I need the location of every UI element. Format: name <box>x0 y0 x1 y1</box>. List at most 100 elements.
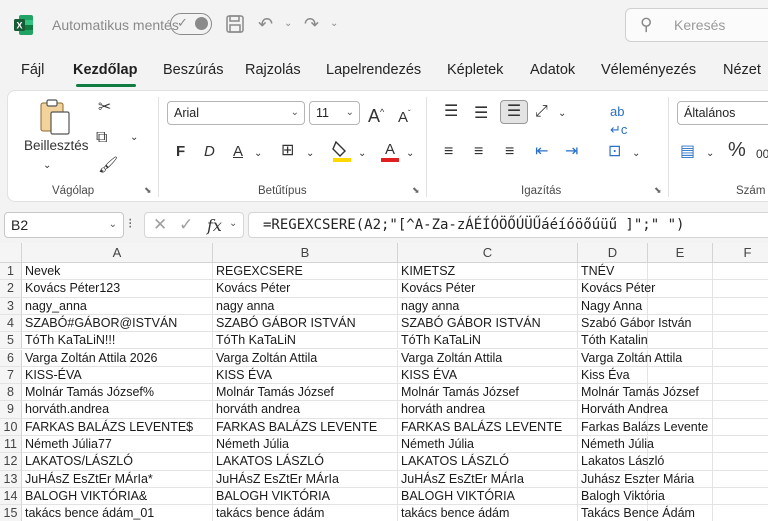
align-left-icon[interactable]: ≡ <box>444 143 453 161</box>
cell-b10[interactable]: FARKAS BALÁZS LEVENTE <box>213 418 398 436</box>
cell-b3[interactable]: nagy anna <box>213 297 398 315</box>
cell-b8[interactable]: Molnár Tamás József <box>213 384 398 402</box>
cell-a12[interactable]: LAKATOS/LÁSZLÓ <box>22 453 213 471</box>
column-header-e[interactable]: E <box>648 243 713 263</box>
cell-c5[interactable]: TóTh KaTaLiN <box>398 332 578 350</box>
tab-file[interactable]: Fájl <box>21 62 44 78</box>
cell-e9[interactable] <box>648 401 713 419</box>
wrap-text-icon[interactable]: ab ↵c <box>610 103 627 139</box>
formula-input[interactable]: =REGEXCSERE(A2;"[^A-Za-zÁÉÍÓÖŐÚÜŰáéíóöőú… <box>248 212 768 238</box>
cell-b2[interactable]: Kovács Péter <box>213 280 398 298</box>
column-header-b[interactable]: B <box>213 243 398 263</box>
chevron-down-icon[interactable]: ⌄ <box>706 145 714 163</box>
select-all-corner[interactable] <box>0 243 22 263</box>
cell-a8[interactable]: Molnár Tamás József% <box>22 384 213 402</box>
cell-b6[interactable]: Varga Zoltán Attila <box>213 349 398 367</box>
column-header-d[interactable]: D <box>578 243 648 263</box>
cell-f4[interactable] <box>713 315 768 333</box>
cell-a9[interactable]: horváth.andrea <box>22 401 213 419</box>
redo-icon[interactable]: ↷ <box>304 13 319 35</box>
tab-draw[interactable]: Rajzolás <box>245 62 301 78</box>
chevron-down-icon[interactable]: ⌄ <box>229 218 237 229</box>
cell-d9[interactable]: Horváth Andrea <box>578 401 668 419</box>
cell-f9[interactable] <box>713 401 768 419</box>
cell-d2[interactable]: Kovács Péter <box>578 280 655 298</box>
cell-f5[interactable] <box>713 332 768 350</box>
cell-b5[interactable]: TóTh KaTaLiN <box>213 332 398 350</box>
more-options-icon[interactable]: ⁝ <box>128 215 132 232</box>
row-header[interactable]: 13 <box>0 470 22 488</box>
cell-f1[interactable] <box>713 263 768 281</box>
decrease-font-size-icon[interactable]: Aˇ <box>398 105 411 127</box>
row-header[interactable]: 14 <box>0 487 22 506</box>
decrease-indent-icon[interactable]: ⇤ <box>535 143 548 161</box>
cell-f3[interactable] <box>713 298 768 315</box>
cell-f15[interactable] <box>713 505 768 521</box>
cell-e4[interactable] <box>648 314 713 333</box>
cell-c1[interactable]: KIMETSZ <box>398 263 578 281</box>
cell-f12[interactable] <box>713 453 768 471</box>
paste-label[interactable]: Beillesztés <box>24 137 89 155</box>
increase-indent-icon[interactable]: ⇥ <box>565 143 578 161</box>
percent-icon[interactable]: % <box>728 140 746 160</box>
cell-a5[interactable]: TóTh KaTaLiN!!! <box>22 332 213 350</box>
cell-c10[interactable]: FARKAS BALÁZS LEVENTE <box>398 418 578 436</box>
font-color-icon[interactable]: A <box>379 139 401 163</box>
cell-e5[interactable] <box>648 332 713 350</box>
row-header[interactable]: 3 <box>0 297 22 315</box>
cell-a1[interactable]: Nevek <box>22 263 213 281</box>
cell-a14[interactable]: BALOGH VIKTÓRIA& <box>22 487 213 506</box>
cell-e15[interactable] <box>648 505 713 521</box>
row-header[interactable]: 9 <box>0 401 22 419</box>
save-icon[interactable] <box>225 14 245 34</box>
chevron-down-icon[interactable]: ⌄ <box>284 13 292 35</box>
row-header[interactable]: 6 <box>0 349 22 367</box>
copy-icon[interactable]: ⧉ <box>96 129 107 147</box>
cell-b12[interactable]: LAKATOS LÁSZLÓ <box>213 453 398 471</box>
cell-b14[interactable]: BALOGH VIKTÓRIA <box>213 487 398 506</box>
chevron-down-icon[interactable]: ⌄ <box>254 145 262 163</box>
cell-b9[interactable]: horváth andrea <box>213 401 398 419</box>
cell-d8[interactable]: Molnár Tamás József <box>578 384 699 402</box>
chevron-down-icon[interactable]: ⌄ <box>43 157 51 175</box>
cell-e14[interactable] <box>648 487 713 506</box>
cell-f10[interactable] <box>713 419 768 436</box>
cancel-icon[interactable]: ✕ <box>153 215 167 235</box>
font-size-combo[interactable]: 11 ⌄ <box>309 101 360 125</box>
cell-f14[interactable] <box>713 488 768 506</box>
cell-e8[interactable] <box>648 384 713 402</box>
name-box[interactable]: B2 ⌄ <box>4 212 124 238</box>
cell-c14[interactable]: BALOGH VIKTÓRIA <box>398 487 578 506</box>
autosave-toggle[interactable]: ✓ <box>170 13 212 35</box>
insert-function-icon[interactable]: fx <box>207 216 222 235</box>
cell-e13[interactable] <box>648 470 713 488</box>
bold-button[interactable]: F <box>176 143 185 161</box>
cell-f7[interactable] <box>713 367 768 385</box>
cell-a7[interactable]: KISS-ÉVA <box>22 366 213 385</box>
cell-a15[interactable]: takács bence ádám_01 <box>22 505 213 521</box>
row-header[interactable]: 10 <box>0 418 22 436</box>
cell-e2[interactable] <box>648 280 713 298</box>
cell-d14[interactable]: Balogh Viktória <box>578 487 665 506</box>
align-bottom-icon[interactable]: ☰ <box>500 100 528 124</box>
dialog-launcher-icon[interactable]: ⬊ <box>412 185 420 196</box>
fill-color-icon[interactable] <box>331 139 353 163</box>
cell-c15[interactable]: takács bence ádám <box>398 505 578 521</box>
column-header-a[interactable]: A <box>22 243 213 263</box>
chevron-down-icon[interactable]: ⌄ <box>558 105 566 123</box>
tab-view[interactable]: Nézet <box>723 62 761 78</box>
cell-d5[interactable]: Tóth Katalin <box>578 332 648 350</box>
enter-icon[interactable]: ✓ <box>179 215 193 235</box>
paste-icon[interactable] <box>38 98 72 138</box>
align-top-icon[interactable]: ☰ <box>444 103 458 121</box>
cell-e12[interactable] <box>648 453 713 471</box>
cell-c4[interactable]: SZABÓ GÁBOR ISTVÁN <box>398 314 578 333</box>
cell-c3[interactable]: nagy anna <box>398 297 578 315</box>
cell-d15[interactable]: Takács Bence Ádám <box>578 505 695 521</box>
comma-style-icon[interactable]: 00 <box>756 145 768 163</box>
chevron-down-icon[interactable]: ⌄ <box>306 145 314 163</box>
cell-b15[interactable]: takács bence ádám <box>213 505 398 521</box>
cell-c9[interactable]: horváth andrea <box>398 401 578 419</box>
row-header[interactable]: 11 <box>0 436 22 454</box>
row-header[interactable]: 8 <box>0 384 22 402</box>
